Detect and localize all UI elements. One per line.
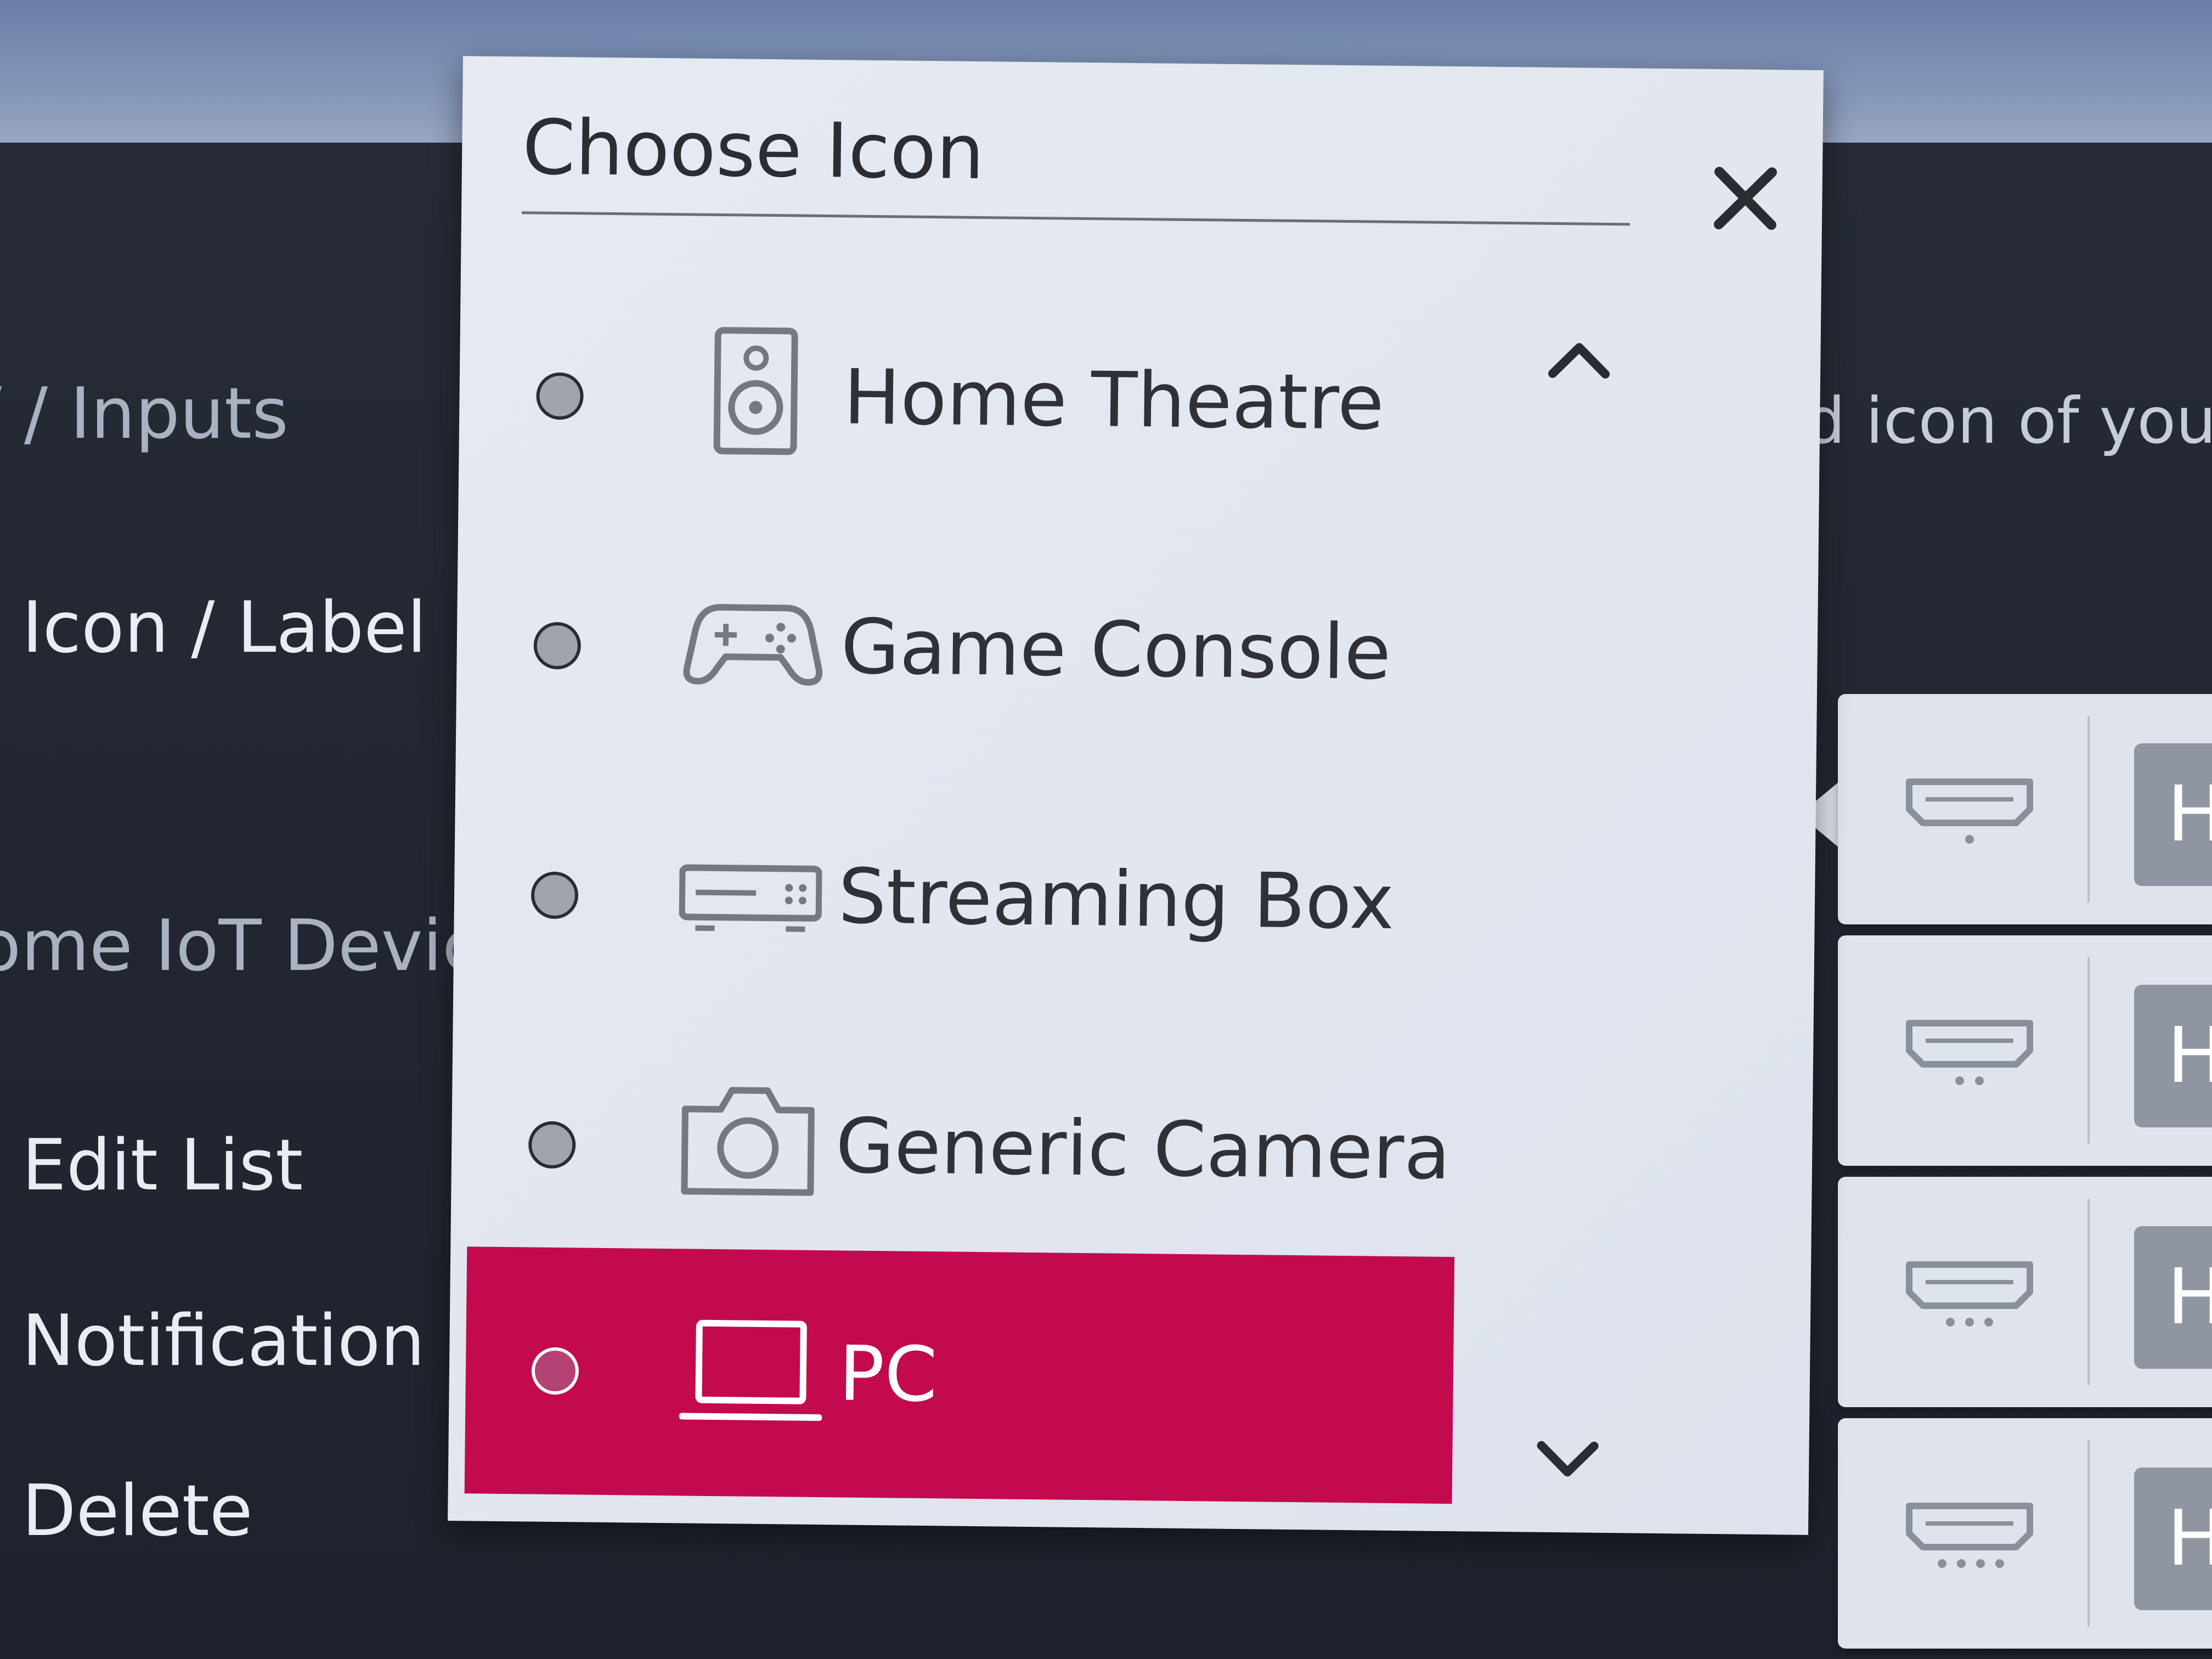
card-divider <box>2087 1440 2090 1627</box>
close-button[interactable] <box>1696 149 1796 249</box>
option-game-console[interactable]: Game Console <box>467 522 1468 774</box>
hdmi-icon <box>1906 778 2033 844</box>
hdmi-icon <box>1906 1503 2033 1568</box>
card-divider <box>2087 1199 2090 1385</box>
camera-icon <box>681 1087 815 1196</box>
sidebar-item-edit-list[interactable]: Edit List <box>22 1125 303 1206</box>
option-streaming-box[interactable]: Streaming Box <box>464 772 1465 1024</box>
option-pc[interactable]: PC <box>464 1246 1455 1504</box>
option-generic-camera[interactable]: Generic Camera <box>461 1022 1463 1273</box>
radio-button[interactable] <box>531 871 579 919</box>
scroll-up-button[interactable] <box>1535 320 1623 398</box>
sidebar-item-icon-label[interactable]: Icon / Label <box>22 587 426 669</box>
sidebar-item-delete[interactable]: Delete <box>22 1470 253 1552</box>
option-label: Home Theatre <box>843 353 1385 447</box>
chevron-up-icon <box>1548 343 1610 379</box>
device-tag: H <box>2134 743 2212 886</box>
device-tag: H <box>2134 1226 2212 1369</box>
speaker-icon <box>713 327 798 455</box>
sidebar-item-inputs[interactable]: / / Inputs <box>0 373 289 455</box>
scroll-down-button[interactable] <box>1523 1422 1612 1500</box>
device-tag: H <box>2134 1468 2212 1610</box>
option-label: Game Console <box>840 602 1392 697</box>
hdmi-icon <box>1906 1020 2033 1085</box>
device-card-hdmi-2[interactable]: H <box>1838 935 2212 1166</box>
device-card-hdmi-1[interactable]: H <box>1838 694 2212 924</box>
radio-button[interactable] <box>533 622 582 670</box>
device-card-hdmi-3[interactable]: H <box>1838 1177 2212 1407</box>
card-divider <box>2087 957 2090 1144</box>
streaming-box-icon <box>678 864 823 932</box>
device-tag: H <box>2134 985 2212 1127</box>
device-card-hdmi-4[interactable]: H <box>1838 1418 2212 1649</box>
laptop-icon <box>679 1319 823 1421</box>
sidebar-item-notification[interactable]: Notification <box>22 1300 425 1382</box>
option-label: PC <box>838 1329 938 1419</box>
card-divider <box>2087 716 2090 902</box>
hdmi-icon <box>1906 1261 2033 1327</box>
option-label: Generic Camera <box>835 1102 1451 1197</box>
title-divider <box>522 211 1630 226</box>
close-icon <box>1713 167 1777 230</box>
option-home-theatre[interactable]: Home Theatre <box>469 273 1470 524</box>
radio-button[interactable] <box>531 1347 579 1395</box>
chevron-down-icon <box>1537 1441 1599 1477</box>
radio-button[interactable] <box>536 372 584 420</box>
dialog-title: Choose Icon <box>522 103 985 197</box>
sidebar-item-iot-devices[interactable]: ome IoT Devic <box>0 905 481 987</box>
radio-button[interactable] <box>528 1121 576 1169</box>
option-label: Streaming Box <box>838 852 1395 946</box>
description-text: d icon of your <box>1805 384 2212 458</box>
gamepad-icon <box>683 604 823 686</box>
choose-icon-dialog: Choose Icon Home Theatre Game Console St… <box>448 56 1824 1535</box>
